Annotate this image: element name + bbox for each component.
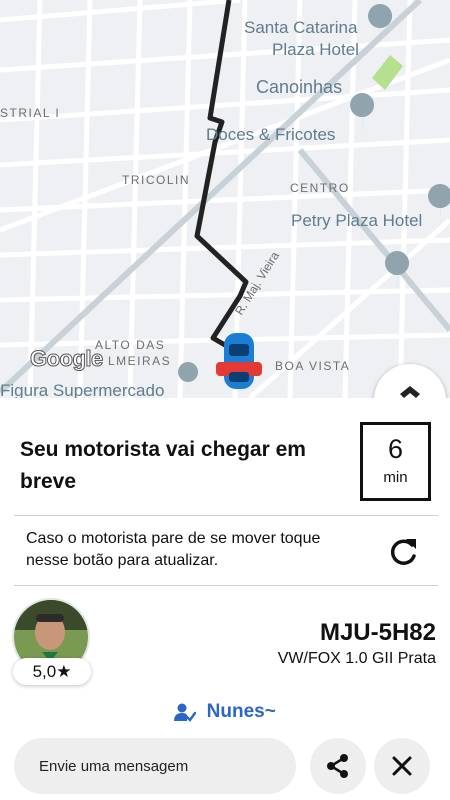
verified-user-icon: [174, 703, 197, 722]
close-icon: [392, 756, 412, 776]
close-button[interactable]: [374, 738, 430, 794]
eta-value: 6: [387, 434, 404, 464]
map-view[interactable]: Santa Catarina Plaza Hotel Canoinhas Doc…: [0, 0, 450, 398]
driver-name-row[interactable]: Nunes~: [0, 701, 450, 723]
map-label-centro: CENTRO: [290, 181, 350, 195]
message-input[interactable]: [14, 738, 296, 794]
driver-name: Nunes~: [206, 701, 276, 722]
google-logo: Google: [30, 346, 104, 372]
share-button[interactable]: [310, 738, 366, 794]
eta-unit: min: [383, 469, 408, 486]
refresh-button[interactable]: [384, 534, 422, 572]
map-label-alto-das: ALTO DAS: [95, 338, 166, 352]
divider: [14, 585, 438, 586]
eta-box: 6 min: [360, 422, 431, 501]
share-icon: [327, 754, 348, 778]
map-streets: [0, 0, 450, 398]
map-label-santa-catarina: Santa Catarina: [244, 18, 358, 37]
trip-sheet: Seu motorista vai chegar em breve 6 min …: [0, 398, 450, 800]
map-label-supermercado: Figura Supermercado: [0, 381, 165, 398]
refresh-hint: Caso o motorista pare de se mover toque …: [26, 530, 321, 569]
refresh-icon: [390, 539, 416, 565]
vehicle-plate: MJU-5H82: [319, 619, 436, 646]
map-label-boa-vista: BOA VISTA: [275, 359, 351, 373]
compass-button[interactable]: [374, 364, 446, 398]
driver-rating: 5,0★: [13, 658, 91, 685]
divider: [14, 515, 438, 516]
map-label-doces: Doces & Fricotes: [206, 125, 336, 144]
map-label-petry: Petry Plaza Hotel: [291, 211, 423, 230]
map-label-palmeiras: LMEIRAS: [108, 354, 172, 368]
map-label-industrial: STRIAL I: [0, 106, 61, 120]
map-label-canoinhas: Canoinhas: [256, 77, 343, 97]
arrival-message: Seu motorista vai chegar em breve: [20, 438, 306, 493]
map-label-santa-catarina-2: Plaza Hotel: [272, 40, 359, 59]
map-label-tricolin: TRICOLIN: [122, 173, 191, 187]
compass-icon: [400, 386, 420, 398]
vehicle-model: VW/FOX 1.0 GII Prata: [277, 650, 436, 667]
